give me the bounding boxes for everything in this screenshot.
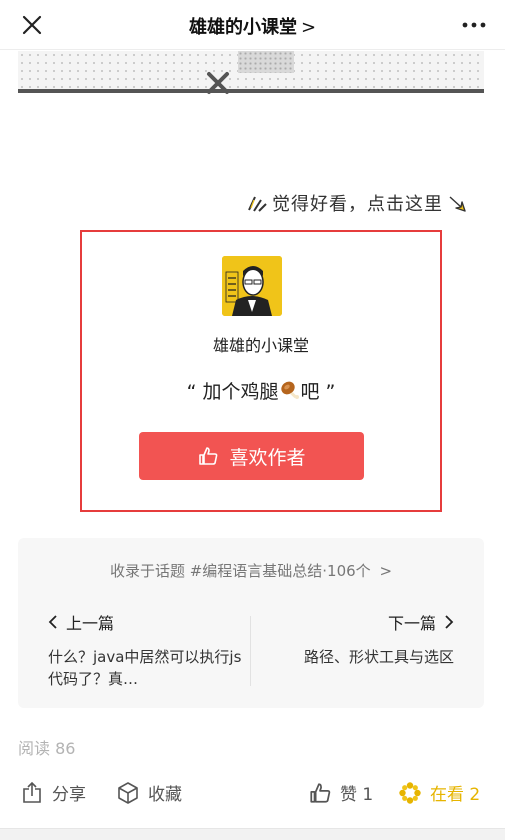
next-article-link[interactable]: 下一篇 路径、形状工具与选区: [254, 610, 454, 668]
watching-label: 在看 2: [430, 785, 481, 805]
account-name: 雄雄的小课堂: [188, 17, 297, 38]
sparkle-icon: [248, 196, 267, 212]
like-author-label: 喜欢作者: [229, 446, 306, 469]
chevron-right-icon: >: [300, 17, 317, 38]
share-button[interactable]: 分享: [20, 780, 86, 805]
topic-text: 收录于话题 #编程语言基础总结·106个: [109, 562, 371, 580]
reward-card: 雄雄的小课堂 “ 加个鸡腿 吧 ” 喜欢作者: [80, 230, 442, 512]
quote-text: 加个鸡腿: [196, 381, 279, 403]
article-page: 雄雄的小课堂 > 觉得好看，点击这里 雄雄的小课堂 “ 加个鸡腿 吧 ” 喜欢作…: [0, 0, 505, 840]
cube-icon: [118, 781, 138, 804]
next-article-title: 路径、形状工具与选区: [303, 648, 454, 666]
previous-article-title: 什么？java中居然可以执行js代码了？真…: [48, 648, 242, 688]
quote-close: ”: [325, 381, 336, 403]
favorite-label: 收藏: [148, 785, 182, 805]
account-title-link[interactable]: 雄雄的小课堂 >: [0, 13, 505, 39]
watching-button[interactable]: 在看 2: [398, 780, 480, 805]
bottom-edge-bar: [0, 828, 505, 840]
favorite-button[interactable]: 收藏: [116, 780, 182, 805]
nav-divider: [250, 616, 251, 686]
previous-label: 上一篇: [66, 614, 115, 633]
previous-label-row: 上一篇: [48, 610, 248, 634]
author-name: 雄雄的小课堂: [212, 336, 309, 355]
like-author-button[interactable]: 喜欢作者: [139, 432, 364, 480]
like-button[interactable]: 赞 1: [308, 780, 373, 805]
quote-open: “: [186, 381, 197, 403]
image-detail: [238, 51, 294, 73]
thumbs-up-icon: [199, 447, 218, 465]
bottom-toolbar: 分享 收藏 赞 1 在看 2: [0, 772, 505, 816]
chevron-right-icon: >: [379, 562, 393, 580]
image-divider: [18, 89, 484, 93]
chevron-right-icon: [445, 615, 454, 629]
top-navbar: 雄雄的小课堂 >: [0, 0, 505, 50]
next-label: 下一篇: [387, 614, 436, 633]
hint-text: 觉得好看，点击这里: [272, 194, 443, 215]
share-label: 分享: [52, 785, 86, 805]
share-icon: [23, 781, 41, 803]
chicken-leg-icon: [280, 381, 299, 399]
author-avatar[interactable]: [222, 256, 282, 316]
thumbs-up-icon: [310, 782, 331, 803]
read-count: 阅读 86: [18, 739, 76, 758]
more-icon[interactable]: [461, 18, 487, 32]
quote-suffix: 吧: [300, 381, 326, 403]
like-hint: 觉得好看，点击这里: [246, 190, 469, 216]
reward-quote: “ 加个鸡腿 吧 ”: [82, 377, 440, 404]
previous-article-link[interactable]: 上一篇 什么？java中居然可以执行js代码了？真…: [48, 610, 248, 690]
article-image-remnant: [18, 51, 484, 91]
chevron-left-icon: [48, 615, 57, 629]
like-label: 赞 1: [340, 785, 374, 805]
topic-link[interactable]: 收录于话题 #编程语言基础总结·106个 >: [18, 560, 484, 581]
pointing-down-right-icon: [449, 196, 466, 212]
watching-flower-icon: [399, 781, 421, 804]
topic-navigation-box: 收录于话题 #编程语言基础总结·106个 > 上一篇 什么？java中居然可以执…: [18, 538, 484, 708]
x-mark-icon: [207, 72, 229, 94]
next-label-row: 下一篇: [254, 610, 454, 634]
author-portrait-icon: [222, 256, 282, 316]
